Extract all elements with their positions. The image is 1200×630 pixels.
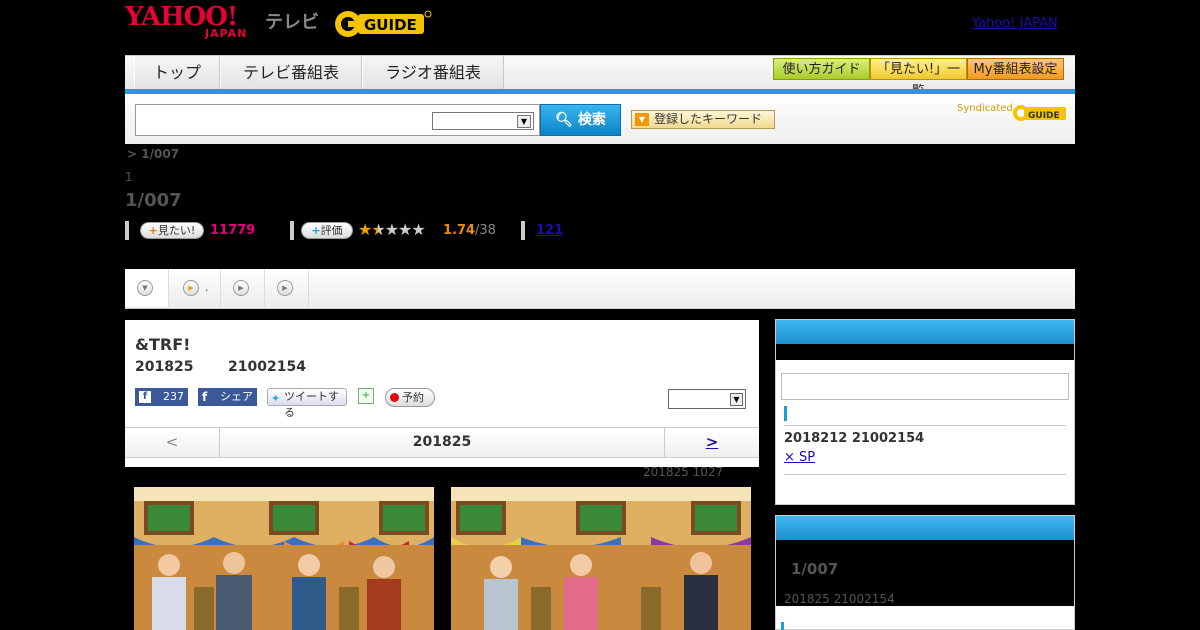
chevron-down-icon: ▼ xyxy=(730,393,743,406)
nav-tab-tv-schedule[interactable]: テレビ番組表 xyxy=(220,56,362,90)
star-icon: ★ xyxy=(358,220,372,239)
registered-keywords-button[interactable]: ▼ 登録したキーワード xyxy=(631,110,775,129)
stat-divider xyxy=(125,221,129,240)
rate-button[interactable]: +評価 xyxy=(301,222,353,239)
tv-logo-text[interactable]: テレビ xyxy=(265,8,319,34)
star-half-icon: ★ xyxy=(371,220,385,239)
want-count: 11779 xyxy=(210,223,256,238)
sidebar-box-subheader xyxy=(776,344,1074,360)
content-tabstrip: ▼ ▶ . ▶ ▶ xyxy=(125,269,1075,309)
search-button-label: 検索 xyxy=(577,112,606,128)
twitter-bird-icon: ✦ xyxy=(271,392,281,405)
plus-icon: + xyxy=(148,224,158,237)
sidebar-search-input[interactable] xyxy=(781,373,1069,400)
plus-icon: + xyxy=(311,224,321,237)
record-dot-icon xyxy=(390,393,399,402)
program-photo-1[interactable] xyxy=(134,487,434,630)
registered-keywords-label: 登録したキーワード xyxy=(654,112,763,126)
want-list-button[interactable]: 「見たい!」一覧 xyxy=(870,58,967,99)
tab-episodes-label: . xyxy=(205,281,209,294)
facebook-share-button[interactable]: f シェア xyxy=(198,388,257,406)
stat-divider xyxy=(290,221,294,240)
rating-value: 1.74 xyxy=(443,223,476,238)
my-schedule-settings-button[interactable]: My番組表設定 xyxy=(967,58,1064,80)
sidebar-box-related: 1/007 201825 21002154 xyxy=(775,515,1075,630)
rating-count: /38 xyxy=(475,223,496,238)
add-to-calendar-icon[interactable]: + xyxy=(358,388,374,404)
current-date: 201825 xyxy=(412,434,472,450)
star-empty-icon: ★ xyxy=(398,220,412,239)
review-count-link[interactable]: 121 xyxy=(536,223,563,238)
program-photo-2[interactable] xyxy=(451,487,751,630)
chevron-down-icon: ▼ xyxy=(137,280,153,296)
star-empty-icon: ★ xyxy=(384,220,399,239)
star-empty-icon: ★ xyxy=(411,220,425,239)
related-program-date: 201825 21002154 xyxy=(784,592,895,606)
page-title: 1/007 xyxy=(125,190,182,211)
usage-guide-button[interactable]: 使い方ガイド xyxy=(773,58,870,80)
previous-date-button[interactable]: < xyxy=(125,428,220,457)
nav-tab-top[interactable]: トップ xyxy=(134,56,220,90)
reserve-label: 予約 xyxy=(402,391,424,404)
yahoo-japan-link[interactable]: Yahoo! JAPAN xyxy=(972,16,1058,31)
program-time: 21002154 xyxy=(228,359,306,375)
sidebar-box-header xyxy=(776,320,1074,344)
svg-text:GUIDE: GUIDE xyxy=(1028,111,1060,121)
update-timestamp: 201825 1027 xyxy=(643,465,724,479)
play-icon: ▶ xyxy=(183,280,199,296)
program-date: 201825 xyxy=(135,359,194,375)
gguide-logo[interactable]: GUIDE xyxy=(334,8,432,40)
next-airing-date: 2018212 21002154 xyxy=(784,431,925,446)
next-date-link[interactable]: > xyxy=(664,428,759,457)
program-title: &TRF! xyxy=(135,335,191,354)
divider xyxy=(784,425,1066,426)
nav-tab-radio-schedule[interactable]: ラジオ番組表 xyxy=(362,56,504,90)
want-button[interactable]: +見たい! xyxy=(140,222,204,239)
tab-episodes[interactable]: ▶ . xyxy=(169,269,221,307)
chevron-down-icon: ▼ xyxy=(635,113,649,126)
syndicated-gguide-logo: GUIDE xyxy=(1012,102,1068,124)
section-marker xyxy=(781,622,784,630)
tab-info[interactable]: ▼ xyxy=(125,269,169,307)
section-marker xyxy=(784,406,787,421)
episode-label: 1 xyxy=(125,170,133,184)
play-icon: ▶ xyxy=(233,280,249,296)
related-program-title[interactable]: 1/007 xyxy=(791,560,838,578)
divider xyxy=(784,474,1066,475)
sidebar-box-header xyxy=(776,516,1074,540)
syndicated-label: Syndicated xyxy=(957,103,1013,114)
program-action-select[interactable]: ▼ xyxy=(668,389,746,409)
play-icon: ▶ xyxy=(277,280,293,296)
facebook-like-button[interactable]: f 237 xyxy=(135,388,188,406)
reserve-button[interactable]: 予約 xyxy=(385,388,435,407)
breadcrumb: > 1/007 xyxy=(127,147,180,161)
tab-related[interactable]: ▶ xyxy=(265,269,309,307)
next-airing-link[interactable]: × SP xyxy=(784,450,815,465)
search-category-select[interactable]: ▼ xyxy=(432,112,534,130)
rating-stars: ★★★★★ xyxy=(358,220,426,239)
facebook-icon: f xyxy=(202,390,208,404)
sidebar-box-next-airing: 2018212 21002154 × SP xyxy=(775,319,1075,505)
rate-button-label: 評価 xyxy=(320,224,343,237)
main-nav: トップ テレビ番組表 ラジオ番組表 使い方ガイド 「見たい!」一覧 My番組表設… xyxy=(125,55,1075,99)
tweet-button[interactable]: ✦ ツイートする xyxy=(267,388,347,419)
search-icon: 🔍︎ xyxy=(555,112,573,128)
chevron-down-icon: ▼ xyxy=(517,115,531,128)
want-button-label: 見たい! xyxy=(157,224,196,237)
facebook-like-count: 237 xyxy=(163,390,184,403)
search-button[interactable]: 🔍︎ 検索 xyxy=(540,104,621,136)
facebook-share-label: シェア xyxy=(220,390,253,403)
tab-reviews[interactable]: ▶ xyxy=(221,269,265,307)
facebook-icon: f xyxy=(139,391,151,403)
yahoo-japan-logo-text: JAPAN xyxy=(205,27,248,40)
svg-text:GUIDE: GUIDE xyxy=(364,16,417,34)
stat-divider xyxy=(521,221,525,240)
